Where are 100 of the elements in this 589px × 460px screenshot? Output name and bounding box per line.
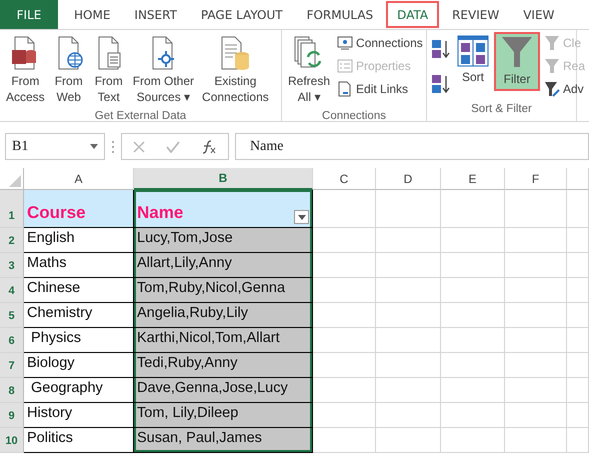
empty-cell <box>567 428 589 453</box>
ribbon-button[interactable]: Existing Connections <box>199 32 272 108</box>
empty-cell <box>441 190 505 228</box>
column-header[interactable]: D <box>376 168 441 190</box>
ribbon-tab[interactable]: VIEW <box>511 0 566 29</box>
header-cell-text: Course <box>27 202 86 224</box>
ribbon-button[interactable]: From Access <box>3 32 48 108</box>
ribbon-tab[interactable]: DATA <box>385 0 440 29</box>
row-header[interactable]: 10 <box>0 428 24 453</box>
row-header[interactable]: 6 <box>0 328 24 353</box>
ribbon-button[interactable]: Sort <box>454 32 492 89</box>
empty-cell <box>441 253 505 278</box>
empty-cell <box>376 278 441 303</box>
empty-cell <box>376 428 441 453</box>
empty-cell <box>567 328 589 353</box>
funnel-pencil-icon <box>544 81 560 97</box>
row-header[interactable]: 9 <box>0 403 24 428</box>
empty-cell <box>376 328 441 353</box>
formula-field[interactable]: Name <box>235 133 589 160</box>
column-header[interactable]: F <box>505 168 567 190</box>
row-header[interactable]: 7 <box>0 353 24 378</box>
name-box[interactable]: B1 <box>5 133 105 160</box>
dropdown-caret-icon <box>90 144 98 149</box>
empty-cell <box>376 353 441 378</box>
check-icon <box>166 140 180 152</box>
ribbon-button[interactable]: Filter <box>494 32 540 91</box>
empty-cell <box>505 190 567 228</box>
table-cell: Tedi,Ruby,Anny <box>134 353 313 378</box>
ribbon-tab[interactable]: HOME <box>62 0 122 29</box>
document-database-icon <box>219 35 252 71</box>
column-header[interactable]: A <box>24 168 134 190</box>
ribbon-tab[interactable]: PAGE LAYOUT <box>188 0 295 29</box>
empty-cell <box>567 353 589 378</box>
empty-cell <box>567 403 589 428</box>
select-all-icon <box>9 175 21 187</box>
empty-cell <box>505 303 567 328</box>
list-icon <box>337 59 354 73</box>
ribbon-button[interactable]: Refresh All ▾ <box>285 32 334 108</box>
sort-grid-icon <box>457 35 489 67</box>
column-header[interactable]: C <box>313 168 376 190</box>
empty-cell <box>441 328 505 353</box>
row-header[interactable]: 5 <box>0 303 24 328</box>
funnel-refresh-icon <box>544 58 560 74</box>
empty-cell <box>441 378 505 403</box>
empty-cell <box>567 278 589 303</box>
group-label: Connections <box>321 109 387 121</box>
sort-descending-icon <box>431 74 451 94</box>
filter-dropdown-button[interactable] <box>294 210 309 224</box>
ribbon-button[interactable]: Connections <box>335 32 425 54</box>
empty-cell <box>441 228 505 253</box>
row-header[interactable]: 1 <box>0 190 24 228</box>
row-header[interactable]: 2 <box>0 228 24 253</box>
empty-cell <box>567 253 589 278</box>
table-cell: Dave,Genna,Jose,Lucy <box>134 378 313 403</box>
empty-cell <box>376 378 441 403</box>
ribbon-icon-button[interactable] <box>430 38 452 60</box>
empty-cell <box>441 428 505 453</box>
empty-cell <box>376 228 441 253</box>
table-cell: Allart,Lily,Anny <box>134 253 313 278</box>
empty-cell <box>505 278 567 303</box>
row-header[interactable]: 8 <box>0 378 24 403</box>
empty-cell <box>441 278 505 303</box>
column-header[interactable]: E <box>441 168 505 190</box>
ribbon-tab[interactable]: FILE <box>0 0 58 29</box>
empty-cell <box>567 228 589 253</box>
function-icon <box>201 140 218 154</box>
sort-ascending-icon <box>431 38 451 59</box>
empty-cell <box>441 303 505 328</box>
empty-cell <box>376 253 441 278</box>
monitor-icon <box>337 36 354 50</box>
ribbon-button[interactable]: From Text <box>90 32 128 108</box>
empty-cell <box>376 403 441 428</box>
group-label: Get External Data <box>94 109 188 121</box>
table-cell: Tom, Lily,Dileep <box>134 403 313 428</box>
group-label: Sort & Filter <box>470 102 533 117</box>
ribbon-button[interactable]: Adv <box>542 78 588 100</box>
link-document-icon <box>337 81 354 97</box>
header-cell-text: Name <box>137 202 184 224</box>
empty-cell <box>505 328 567 353</box>
ribbon-tab[interactable]: REVIEW <box>440 0 512 29</box>
empty-cell <box>376 303 441 328</box>
empty-cell <box>567 303 589 328</box>
caret-icon <box>298 214 306 220</box>
ribbon-tab[interactable]: FORMULAS <box>294 0 386 29</box>
ribbon-button[interactable]: Edit Links <box>335 78 425 100</box>
column-header[interactable]: B <box>134 168 313 190</box>
ribbon-icon-button[interactable] <box>430 72 452 95</box>
ribbon-tab[interactable]: INSERT <box>122 0 189 29</box>
table-cell: Susan, Paul,James <box>134 428 313 453</box>
table-cell: Lucy,Tom,Jose <box>134 228 313 253</box>
row-header[interactable]: 3 <box>0 253 24 278</box>
empty-cell <box>505 403 567 428</box>
funnel-icon <box>501 35 533 69</box>
ribbon-button[interactable]: From Web <box>50 32 88 108</box>
table-cell: Karthi,Nicol,Tom,Allart <box>134 328 313 353</box>
table-cell: Angelia,Ruby,Lily <box>134 303 313 328</box>
row-header[interactable]: 4 <box>0 278 24 303</box>
empty-cell <box>505 378 567 403</box>
empty-cell <box>505 428 567 453</box>
ribbon-button[interactable]: From Other Sources ▾ <box>130 32 198 108</box>
